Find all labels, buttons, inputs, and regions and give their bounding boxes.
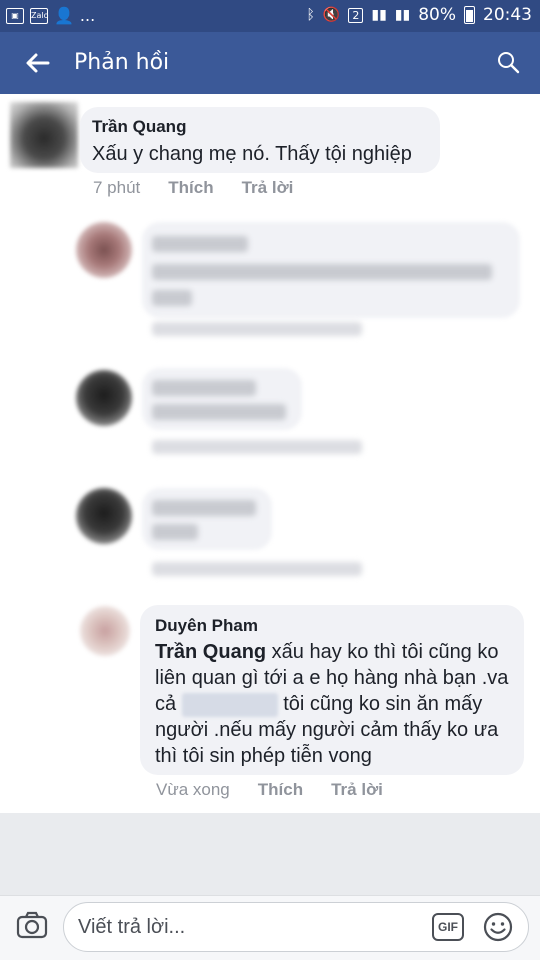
image-icon: ▣ [6, 7, 24, 24]
gif-button[interactable]: GIF [432, 913, 464, 941]
like-button[interactable]: Thích [258, 780, 303, 800]
blurred-text [152, 380, 256, 396]
reply-button[interactable]: Trả lời [331, 780, 383, 800]
reply-input-placeholder: Viết trả lời... [78, 916, 186, 938]
zalo-icon: Zalo [30, 7, 49, 24]
signal-icon-2: ▮▮ [394, 7, 411, 23]
blurred-reply [142, 488, 272, 550]
person-add-icon: 👤 [54, 6, 74, 25]
redacted-name [181, 692, 278, 717]
reply-actions: Vừa xong Thích Trả lời [156, 780, 383, 800]
gray-divider-area [0, 813, 540, 895]
blurred-text [152, 524, 198, 540]
battery-icon [464, 6, 475, 24]
blurred-text [152, 404, 286, 420]
back-arrow-icon[interactable] [22, 48, 52, 78]
emoji-icon[interactable] [482, 911, 514, 943]
battery-percent: 80% [418, 5, 456, 25]
clock: 20:43 [483, 5, 532, 25]
reply-author[interactable]: Duyên Pham [155, 616, 258, 636]
status-left: ▣ Zalo 👤 ... [6, 6, 95, 25]
avatar [76, 488, 132, 544]
blurred-reply [142, 368, 302, 430]
blurred-text [152, 264, 492, 280]
reply-input[interactable]: Viết trả lời... GIF [63, 902, 529, 952]
app-bar: Phản hồi [0, 32, 540, 94]
page-title: Phản hồi [74, 50, 170, 75]
blurred-actions [152, 440, 362, 454]
avatar [76, 222, 132, 278]
comment-text: Xấu y chang mẹ nó. Thấy tội nghiệp [92, 143, 412, 165]
blurred-text [152, 290, 192, 306]
blurred-actions [152, 322, 362, 336]
avatar [76, 370, 132, 426]
more-notifications: ... [79, 5, 96, 25]
blurred-actions [152, 562, 362, 576]
avatar[interactable] [10, 102, 78, 168]
reply-button[interactable]: Trả lời [242, 178, 294, 198]
reply-composer: Viết trả lời... GIF [0, 895, 540, 960]
like-button[interactable]: Thích [168, 178, 213, 198]
comment-time: 7 phút [93, 178, 141, 197]
comment-author[interactable]: Trần Quang [92, 117, 186, 137]
status-right: ᛒ 🔇 2 ▮▮ ▮▮ 80% 20:43 [307, 5, 532, 25]
search-icon[interactable] [496, 50, 520, 74]
mute-icon: 🔇 [322, 7, 341, 23]
blurred-text [152, 236, 248, 252]
reply-time: Vừa xong [156, 780, 230, 799]
avatar[interactable] [80, 606, 130, 656]
mention-link[interactable]: Trần Quang [155, 641, 266, 663]
signal-icon: ▮▮ [371, 7, 387, 23]
sim-badge: 2 [348, 7, 364, 23]
camera-icon[interactable] [16, 910, 48, 940]
status-bar: ▣ Zalo 👤 ... ᛒ 🔇 2 ▮▮ ▮▮ 80% 20:43 [0, 0, 540, 32]
comment-actions: 7 phút Thích Trả lời [93, 178, 293, 198]
blurred-text [152, 500, 256, 516]
bluetooth-icon: ᛒ [306, 7, 315, 23]
reply-text: Trần Quang xấu hay ko thì tôi cũng ko li… [155, 639, 515, 769]
